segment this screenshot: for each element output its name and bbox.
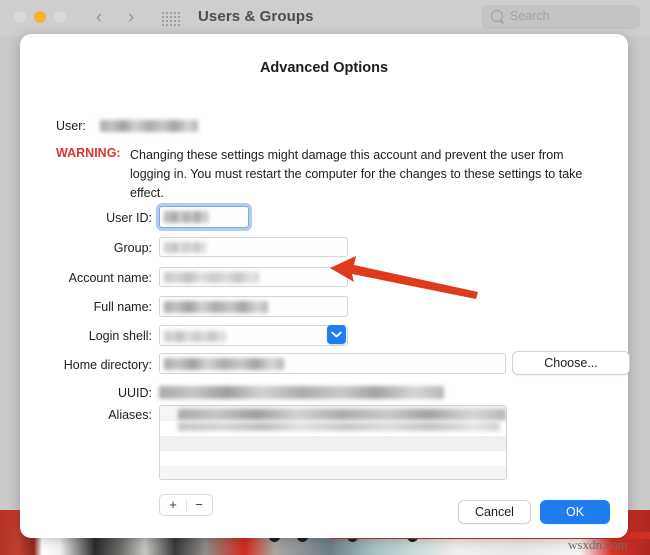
- watermark: wsxdn.com: [568, 537, 628, 553]
- search-field[interactable]: Search: [482, 5, 640, 29]
- field-label-aliases: Aliases:: [32, 408, 152, 422]
- dialog-title: Advanced Options: [20, 60, 628, 76]
- ok-button[interactable]: OK: [540, 500, 610, 524]
- field-label-account-name: Account name:: [32, 271, 152, 285]
- remove-alias-button[interactable]: −: [186, 495, 212, 515]
- alias-row-2-redacted: [178, 422, 500, 431]
- aliases-listbox[interactable]: [159, 405, 507, 480]
- user-id-value-redacted: [164, 211, 208, 223]
- full-name-input[interactable]: [159, 296, 348, 317]
- forward-chevron-icon[interactable]: ›: [122, 8, 140, 28]
- account-name-value-redacted: [164, 272, 259, 283]
- window-toolbar: ‹ › Users & Groups Search: [0, 0, 650, 36]
- alias-row-1-redacted: [178, 409, 506, 420]
- login-shell-value-redacted: [164, 331, 226, 342]
- field-label-user-id: User ID:: [32, 211, 152, 225]
- field-label-uuid: UUID:: [32, 386, 152, 400]
- group-value-redacted: [164, 242, 206, 253]
- login-shell-dropdown-button[interactable]: [327, 325, 346, 344]
- window-title: Users & Groups: [198, 8, 314, 25]
- warning-text: Changing these settings might damage thi…: [130, 146, 586, 203]
- field-label-full-name: Full name:: [32, 300, 152, 314]
- screenshot-root: ‹ › Users & Groups Search: [0, 0, 650, 555]
- field-label-login-shell: Login shell:: [32, 329, 152, 343]
- alias-add-remove-control[interactable]: + −: [159, 494, 213, 516]
- full-name-value-redacted: [164, 301, 268, 313]
- account-name-input[interactable]: [159, 267, 348, 287]
- user-label: User:: [56, 119, 86, 133]
- home-directory-input[interactable]: [159, 353, 506, 374]
- warning-label: WARNING:: [56, 146, 121, 160]
- login-shell-combobox[interactable]: [159, 325, 348, 346]
- advanced-options-dialog: Advanced Options User: WARNING: Changing…: [20, 34, 628, 538]
- search-icon: [491, 10, 503, 22]
- minimize-window-button[interactable]: [34, 11, 46, 23]
- choose-home-directory-button[interactable]: Choose...: [512, 351, 630, 375]
- user-value-redacted: [100, 120, 198, 132]
- field-label-home-directory: Home directory:: [32, 358, 152, 372]
- back-chevron-icon[interactable]: ‹: [90, 8, 108, 28]
- chevron-down-icon: [331, 330, 342, 339]
- close-window-button[interactable]: [14, 11, 26, 23]
- user-id-input[interactable]: [159, 206, 249, 228]
- group-input[interactable]: [159, 237, 348, 257]
- search-placeholder: Search: [510, 9, 550, 23]
- zoom-window-button[interactable]: [54, 11, 66, 23]
- cancel-button[interactable]: Cancel: [458, 500, 531, 524]
- home-directory-value-redacted: [164, 358, 284, 370]
- add-alias-button[interactable]: +: [160, 495, 186, 515]
- grid-apps-icon[interactable]: [162, 12, 182, 26]
- uuid-value-redacted: [159, 386, 444, 399]
- field-label-group: Group:: [32, 241, 152, 255]
